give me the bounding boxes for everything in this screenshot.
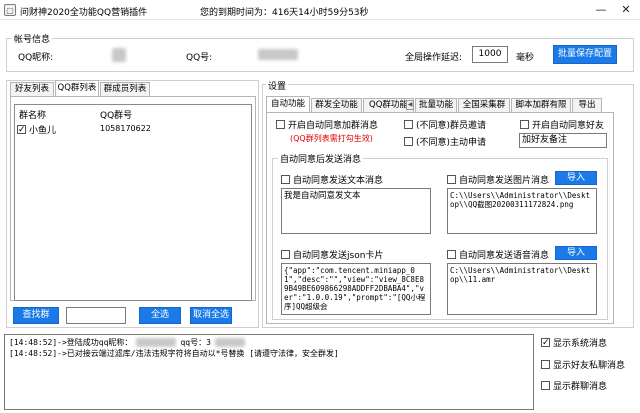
global-delay-label: 全局操作延迟:: [405, 53, 463, 63]
qq-nickname-label: QQ昵称:: [18, 53, 54, 63]
auto-friend-checkbox[interactable]: [520, 120, 529, 129]
log-line-qq: qq号：3: [180, 338, 211, 347]
import-voice-button[interactable]: 导入: [555, 246, 597, 260]
log-redacted-qq: [214, 338, 245, 347]
group-name-cell: 小鱼儿: [29, 126, 57, 136]
show-friend-msg-label: 显示好友私聊消息: [553, 361, 626, 371]
member-invite-option[interactable]: (不同意)群员邀请: [404, 118, 486, 131]
member-invite-label: (不同意)群员邀请: [416, 121, 487, 131]
tab-export[interactable]: 导出: [572, 98, 602, 112]
window-title: 问财神2020全功能QQ营销插件: [20, 8, 148, 18]
auto-friend-label: 开启自动同意好友: [532, 121, 605, 131]
select-all-button[interactable]: 全选: [139, 307, 181, 324]
tab-batch-functions[interactable]: 批量功能: [415, 98, 457, 112]
show-friend-msg-checkbox[interactable]: [541, 360, 550, 369]
auto-join-msg-option[interactable]: 开启自动同意加群消息: [276, 118, 378, 131]
tab-nationwide-collect[interactable]: 全国采集群: [458, 98, 510, 112]
log-line-text: [14:48:52]->登陆成功qq昵称：: [9, 338, 133, 347]
qq-number-value: [258, 49, 298, 60]
log-line: [14:48:52]->登陆成功qq昵称： qq号：3: [9, 337, 529, 348]
send-text-checkbox[interactable]: [281, 175, 290, 184]
show-friend-msg-option[interactable]: 显示好友私聊消息: [541, 358, 625, 371]
qq-nickname-value: [112, 48, 126, 62]
auto-join-msg-label: 开启自动同意加群消息: [288, 121, 379, 131]
batch-save-config-button[interactable]: 批量保存配置: [553, 45, 617, 64]
tab-auto-functions[interactable]: 自动功能: [266, 96, 310, 112]
minimize-icon[interactable]: —: [594, 3, 608, 17]
send-image-checkbox[interactable]: [447, 175, 456, 184]
account-info-legend: 帐号信息: [12, 32, 53, 45]
find-group-button[interactable]: 查找群: [13, 307, 59, 324]
column-group-name[interactable]: 群名称: [19, 108, 46, 121]
tab-script-join-group[interactable]: 脚本加群有限: [511, 98, 571, 112]
show-system-msg-checkbox[interactable]: [541, 338, 550, 347]
tab-group-member-list[interactable]: 群成员列表: [100, 82, 150, 96]
show-group-msg-label: 显示群聊消息: [553, 382, 608, 392]
app-icon: ▢: [4, 4, 16, 16]
show-group-msg-checkbox[interactable]: [541, 381, 550, 390]
send-json-option[interactable]: 自动同意发送json卡片: [281, 248, 383, 261]
tab-qq-group-list[interactable]: QQ群列表: [55, 80, 99, 96]
group-search-input[interactable]: [66, 307, 126, 324]
tab-friend-list[interactable]: 好友列表: [10, 82, 54, 96]
column-group-number[interactable]: QQ群号: [100, 108, 132, 121]
send-voice-checkbox[interactable]: [447, 250, 456, 259]
group-number-cell: 1058170622: [100, 124, 151, 133]
auto-join-msg-checkbox[interactable]: [276, 120, 285, 129]
send-voice-label: 自动同意发送语音消息: [459, 251, 550, 261]
show-system-msg-label: 显示系统消息: [553, 339, 608, 349]
active-apply-label: (不同意)主动申请: [416, 138, 487, 148]
send-json-content[interactable]: {"app":"com.tencent.miniapp_01","desc":"…: [281, 263, 431, 315]
import-image-button[interactable]: 导入: [555, 171, 597, 185]
row-checkbox[interactable]: [17, 125, 26, 134]
log-redacted-nickname: [136, 338, 177, 347]
send-json-checkbox[interactable]: [281, 250, 290, 259]
send-json-label: 自动同意发送json卡片: [293, 251, 384, 261]
send-text-label: 自动同意发送文本消息: [293, 176, 384, 186]
show-system-msg-option[interactable]: 显示系统消息: [541, 336, 607, 349]
friend-note-input[interactable]: 加好友备注: [519, 133, 607, 148]
send-voice-path[interactable]: C:\\Users\\Administrator\\Desktop\\11.am…: [447, 263, 597, 315]
table-row[interactable]: 小鱼儿: [17, 123, 56, 136]
tab-scroll-left-icon[interactable]: ◀: [406, 100, 414, 110]
account-info-group: [6, 38, 634, 72]
tab-mass-send[interactable]: 群发全功能: [311, 98, 362, 112]
deselect-all-button[interactable]: 取消全选: [190, 307, 232, 324]
log-view[interactable]: [14:48:52]->登陆成功qq昵称： qq号：3 [14:48:52]->…: [4, 334, 534, 410]
member-invite-checkbox[interactable]: [404, 120, 413, 129]
send-image-path[interactable]: C:\\Users\\Administrator\\Desktop\\QQ截图2…: [447, 188, 597, 234]
send-image-option[interactable]: 自动同意发送图片消息: [447, 173, 549, 186]
delay-unit-label: 毫秒: [516, 53, 535, 63]
expire-time-label: 您的到期时间为：416天14小时59分53秒: [200, 8, 369, 18]
send-text-content[interactable]: 我是自动同意发文本: [281, 188, 431, 234]
show-group-msg-option[interactable]: 显示群聊消息: [541, 379, 607, 392]
auto-join-note: (QQ群列表需打勾生效): [290, 134, 373, 143]
send-text-option[interactable]: 自动同意发送文本消息: [281, 173, 383, 186]
global-delay-input[interactable]: 1000: [472, 46, 508, 63]
active-apply-option[interactable]: (不同意)主动申请: [404, 135, 486, 148]
after-approve-legend: 自动同意后发送消息: [278, 152, 364, 165]
send-voice-option[interactable]: 自动同意发送语音消息: [447, 248, 549, 261]
send-image-label: 自动同意发送图片消息: [459, 176, 550, 186]
settings-legend: 设置: [266, 79, 289, 92]
active-apply-checkbox[interactable]: [404, 137, 413, 146]
qq-number-label: QQ号:: [186, 53, 213, 63]
close-icon[interactable]: ✕: [619, 3, 633, 17]
auto-friend-option[interactable]: 开启自动同意好友: [520, 118, 604, 131]
log-line: [14:48:52]->已对接云端过滤库/违法违规字符将自动以*号替换 [请遵守…: [9, 349, 339, 358]
